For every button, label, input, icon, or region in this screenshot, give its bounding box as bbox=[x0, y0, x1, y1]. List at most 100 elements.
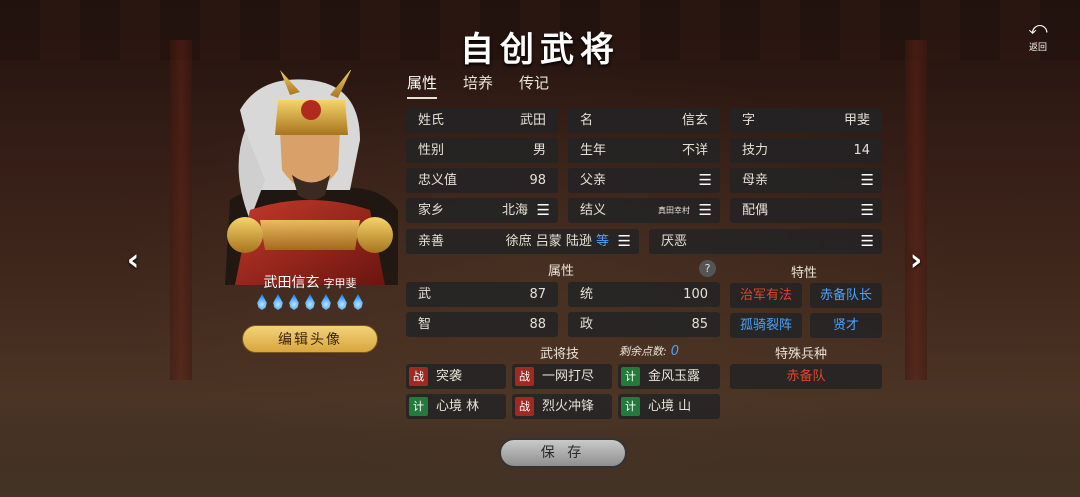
help-icon[interactable]: ? bbox=[699, 260, 716, 277]
stat-zheng[interactable]: 政 85 bbox=[568, 312, 720, 337]
field-label: 性别 bbox=[418, 143, 445, 158]
tab-attributes[interactable]: 属性 bbox=[407, 72, 438, 99]
list-menu-icon[interactable]: ☰ bbox=[618, 229, 631, 254]
mother-field[interactable]: 母亲 ☰ bbox=[730, 168, 882, 193]
skill-item[interactable]: 计 金风玉露 bbox=[618, 364, 720, 389]
star-icon bbox=[353, 294, 363, 310]
stat-wu[interactable]: 武 87 bbox=[406, 282, 558, 307]
field-value: 不详 bbox=[681, 143, 708, 158]
hero-name: 武田信玄 字甲斐 bbox=[230, 272, 390, 292]
list-menu-icon[interactable]: ☰ bbox=[699, 198, 712, 223]
skill-item[interactable]: 战 突袭 bbox=[406, 364, 506, 389]
special-troop-value[interactable]: 赤备队 bbox=[730, 364, 882, 389]
chevron-right-icon[interactable]: › bbox=[904, 244, 928, 278]
back-arrow-icon: ⤺ bbox=[1028, 18, 1048, 39]
stat-value: 87 bbox=[529, 287, 546, 302]
field-label: 忠义值 bbox=[418, 173, 458, 188]
field-value: 甲斐 bbox=[843, 113, 870, 128]
stat-value: 88 bbox=[529, 317, 546, 332]
field-value: 男 bbox=[532, 143, 546, 158]
skills-heading: 武将技 bbox=[540, 347, 580, 362]
dislike-field[interactable]: 厌恶 ☰ bbox=[649, 229, 882, 254]
field-label: 生年 bbox=[580, 143, 607, 158]
back-button[interactable]: ⤺ 返回 bbox=[1018, 20, 1058, 54]
trait-item[interactable]: 赤备队长 bbox=[810, 283, 882, 308]
trait-item[interactable]: 孤骑裂阵 bbox=[730, 313, 802, 338]
chevron-left-icon[interactable]: ‹ bbox=[121, 244, 145, 278]
list-menu-icon[interactable]: ☰ bbox=[537, 198, 550, 223]
star-icon bbox=[257, 294, 267, 310]
birth-year-field[interactable]: 生年 不详 bbox=[568, 138, 720, 163]
trait-item[interactable]: 治军有法 bbox=[730, 283, 802, 308]
list-menu-icon[interactable]: ☰ bbox=[699, 168, 712, 193]
special-troop-heading: 特殊兵种 bbox=[775, 347, 828, 362]
field-value: 北海 bbox=[501, 203, 528, 218]
stat-zhi[interactable]: 智 88 bbox=[406, 312, 558, 337]
field-label: 配偶 bbox=[742, 203, 769, 218]
traits-heading: 特性 bbox=[791, 266, 818, 281]
remaining-points: 剩余点数: 0 bbox=[619, 343, 679, 359]
skill-item[interactable]: 计 心境 林 bbox=[406, 394, 506, 419]
spouse-field[interactable]: 配偶 ☰ bbox=[730, 198, 882, 223]
attributes-heading: 属性 bbox=[548, 264, 575, 279]
loyalty-field[interactable]: 忠义值 98 bbox=[406, 168, 558, 193]
stat-label: 统 bbox=[580, 287, 594, 302]
list-menu-icon[interactable]: ☰ bbox=[861, 168, 874, 193]
friends-field[interactable]: 亲善 徐庶 吕蒙 陆逊 等 ☰ bbox=[406, 229, 639, 254]
field-label: 姓氏 bbox=[418, 113, 445, 128]
given-name-field[interactable]: 名 信玄 bbox=[568, 108, 720, 133]
sworn-sibling-field[interactable]: 结义 真田幸村 ☰ bbox=[568, 198, 720, 223]
field-label: 技力 bbox=[742, 143, 769, 158]
skill-tag: 计 bbox=[409, 397, 428, 416]
father-field[interactable]: 父亲 ☰ bbox=[568, 168, 720, 193]
skill-item[interactable]: 计 心境 山 bbox=[618, 394, 720, 419]
surname-field[interactable]: 姓氏 武田 bbox=[406, 108, 558, 133]
friends-list: 徐庶 吕蒙 陆逊 bbox=[505, 234, 596, 249]
skill-tag: 计 bbox=[621, 367, 640, 386]
field-value: 徐庶 吕蒙 陆逊 等 bbox=[506, 229, 609, 254]
courtesy-name-field[interactable]: 字 甲斐 bbox=[730, 108, 882, 133]
star-rating bbox=[230, 294, 390, 314]
field-label: 家乡 bbox=[418, 203, 445, 218]
stat-value: 85 bbox=[691, 317, 708, 332]
skill-name: 烈火冲锋 bbox=[542, 399, 595, 414]
skill-item[interactable]: 战 烈火冲锋 bbox=[512, 394, 612, 419]
hero-full-name: 武田信玄 bbox=[263, 275, 320, 291]
star-icon bbox=[273, 294, 283, 310]
stat-tong[interactable]: 统 100 bbox=[568, 282, 720, 307]
skill-tag: 战 bbox=[515, 367, 534, 386]
tab-biography[interactable]: 传记 bbox=[519, 72, 549, 97]
star-icon bbox=[289, 294, 299, 310]
remaining-value: 0 bbox=[670, 344, 679, 359]
field-value: 98 bbox=[529, 173, 546, 188]
field-label: 父亲 bbox=[580, 173, 607, 188]
tab-bar: 属性 培养 传记 bbox=[407, 72, 575, 99]
star-icon bbox=[305, 294, 315, 310]
star-icon bbox=[337, 294, 347, 310]
skill-item[interactable]: 战 一网打尽 bbox=[512, 364, 612, 389]
stat-value: 100 bbox=[683, 287, 708, 302]
tab-training[interactable]: 培养 bbox=[463, 72, 493, 97]
field-label: 亲善 bbox=[418, 234, 445, 249]
page-title: 自创武将 bbox=[460, 30, 620, 70]
edit-portrait-button[interactable]: 编辑头像 bbox=[242, 325, 378, 353]
remaining-label: 剩余点数: bbox=[619, 345, 667, 358]
trait-item[interactable]: 贤才 bbox=[810, 313, 882, 338]
stat-label: 政 bbox=[580, 317, 594, 332]
field-value: 14 bbox=[853, 143, 870, 158]
skill-name: 突袭 bbox=[436, 369, 463, 384]
list-menu-icon[interactable]: ☰ bbox=[861, 198, 874, 223]
field-value: 信玄 bbox=[681, 113, 708, 128]
stat-label: 智 bbox=[418, 317, 432, 332]
field-label: 名 bbox=[580, 113, 594, 128]
skill-tag: 战 bbox=[515, 397, 534, 416]
gender-field[interactable]: 性别 男 bbox=[406, 138, 558, 163]
skill-name: 一网打尽 bbox=[542, 369, 595, 384]
skill-name: 心境 林 bbox=[436, 399, 480, 414]
skill-name: 心境 山 bbox=[648, 399, 692, 414]
list-menu-icon[interactable]: ☰ bbox=[861, 229, 874, 254]
skill-power-field[interactable]: 技力 14 bbox=[730, 138, 882, 163]
field-label: 母亲 bbox=[742, 173, 769, 188]
hometown-field[interactable]: 家乡 北海 ☰ bbox=[406, 198, 558, 223]
save-button[interactable]: 保 存 bbox=[499, 438, 627, 468]
